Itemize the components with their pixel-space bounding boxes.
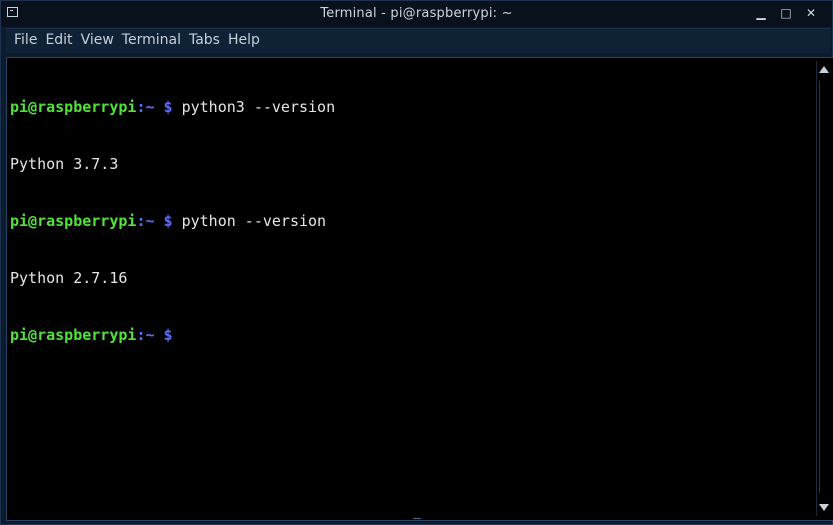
terminal-output[interactable]: pi@raspberrypi:~ $ python3 --version Pyt… [10, 60, 810, 515]
menu-help[interactable]: Help [224, 29, 264, 51]
menu-bar: File Edit View Terminal Tabs Help [6, 28, 830, 53]
window-title: Terminal - pi@raspberrypi: ~ [320, 6, 513, 21]
terminal-line: pi@raspberrypi:~ $ python3 --version [10, 98, 810, 117]
terminal-line: Python 3.7.3 [10, 155, 119, 173]
prompt-user: pi@raspberrypi [10, 98, 137, 116]
command-text: python --version [172, 212, 327, 230]
prompt-user: pi@raspberrypi [10, 326, 137, 344]
prompt-symbol: $ [154, 212, 173, 230]
prompt-path: :~ [136, 98, 155, 116]
menu-file[interactable]: File [10, 29, 41, 51]
terminal-line: pi@raspberrypi:~ $ [10, 326, 810, 345]
maximize-button[interactable]: □ [777, 6, 795, 21]
command-text: python3 --version [172, 98, 336, 116]
prompt-user: pi@raspberrypi [10, 212, 137, 230]
minimize-button[interactable]: ▁ [752, 6, 770, 21]
terminal-line: pi@raspberrypi:~ $ python --version [10, 212, 810, 231]
title-bar[interactable]: Terminal - pi@raspberrypi: ~ ▁ □ ✕ [1, 1, 832, 27]
prompt-symbol: $ [154, 98, 173, 116]
scroll-down-arrow-icon[interactable] [819, 504, 829, 511]
terminal-window: Terminal - pi@raspberrypi: ~ ▁ □ ✕ File E… [0, 0, 833, 525]
scroll-track[interactable] [819, 81, 829, 493]
resize-grip[interactable] [413, 518, 421, 522]
close-button[interactable]: ✕ [802, 6, 820, 21]
menu-tabs[interactable]: Tabs [185, 29, 224, 51]
prompt-path: :~ [136, 326, 155, 344]
scroll-up-arrow-icon[interactable] [819, 66, 829, 73]
menu-terminal[interactable]: Terminal [118, 29, 185, 51]
vertical-scrollbar[interactable] [816, 61, 831, 516]
menu-edit[interactable]: Edit [41, 29, 76, 51]
terminal-line: Python 2.7.16 [10, 269, 128, 287]
menu-view[interactable]: View [77, 29, 118, 51]
prompt-symbol: $ [154, 326, 173, 344]
terminal-frame: pi@raspberrypi:~ $ python3 --version Pyt… [6, 57, 833, 521]
prompt-path: :~ [136, 212, 155, 230]
